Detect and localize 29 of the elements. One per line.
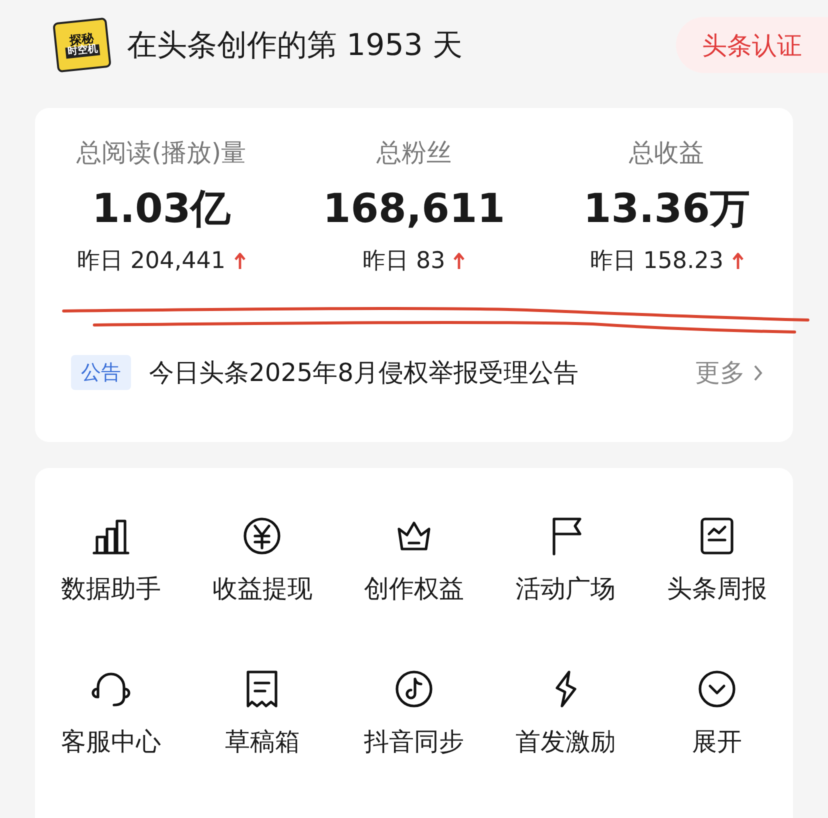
stat-value: 1.03亿	[92, 185, 231, 234]
chevron-right-icon	[753, 364, 763, 382]
yesterday-count: 昨日 204,441	[77, 247, 226, 276]
tool-item[interactable]: 收益提现	[186, 490, 338, 643]
tool-item[interactable]: 活动广场	[490, 490, 642, 643]
stat-label: 总粉丝	[376, 137, 452, 169]
stat-value: 13.36万	[583, 185, 750, 234]
tool-item[interactable]: 头条周报	[641, 490, 793, 643]
more-button[interactable]: 更多	[695, 356, 763, 389]
chevron-down-icon	[697, 669, 738, 709]
notice-tag: 公告	[71, 355, 131, 390]
logo: 探秘 时空机	[52, 17, 112, 73]
certification-button[interactable]: 头条认证	[676, 17, 828, 73]
stat-label: 总阅读(播放)量	[76, 137, 246, 169]
tool-item[interactable]: 客服中心	[35, 643, 187, 796]
tool-item[interactable]: 展开	[641, 643, 793, 796]
notice-link[interactable]: 今日头条2025年8月侵权举报受理公告	[149, 356, 695, 389]
tool-item[interactable]: 创作权益	[338, 490, 490, 643]
yen-coin-icon	[242, 516, 282, 556]
tool-item[interactable]: 首发激励	[490, 643, 642, 796]
tool-item[interactable]: 数据助手	[35, 490, 187, 643]
tool-item[interactable]: 抖音同步	[338, 643, 490, 796]
stat-value: 168,611	[322, 185, 506, 234]
yesterday-count: 昨日 83	[362, 247, 446, 276]
stat-label: 总收益	[629, 137, 704, 169]
page-title: 在头条创作的第 1953 天	[127, 26, 464, 64]
music-note-icon	[394, 669, 434, 709]
tool-item[interactable]: 草稿箱	[186, 643, 338, 796]
yesterday-count: 昨日 158.23	[590, 247, 724, 276]
